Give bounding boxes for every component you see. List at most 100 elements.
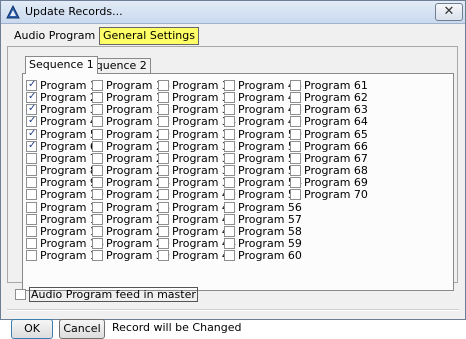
checkbox-box[interactable] <box>224 213 235 225</box>
checkbox-box[interactable] <box>290 165 301 177</box>
ok-button[interactable]: OK <box>11 319 53 339</box>
program-label: Program 58 <box>238 224 302 238</box>
checkbox-box[interactable] <box>224 225 235 237</box>
checkbox-box[interactable] <box>224 116 235 128</box>
checkbox-box[interactable] <box>158 80 169 91</box>
checkbox-box[interactable] <box>290 128 301 140</box>
checkmark-icon: ✓ <box>28 127 37 139</box>
checkbox-box[interactable] <box>290 140 301 152</box>
general-settings-panel: Sequence 1 Sequence 2 ✓ Program 1 ✓ Program… <box>7 46 458 291</box>
checkbox-box[interactable] <box>158 104 169 116</box>
checkbox-box[interactable] <box>92 201 103 213</box>
checkbox-box[interactable] <box>92 165 103 177</box>
update-records-dialog: Update Records... ✕ Audio Program Settin… <box>0 0 466 339</box>
master-feed-label: Audio Program feed in master <box>29 287 198 302</box>
checkbox-box[interactable] <box>15 289 26 300</box>
program-label: Program 2 <box>40 91 97 105</box>
checkbox-box[interactable] <box>92 128 103 140</box>
checkbox-box[interactable] <box>224 165 235 177</box>
checkbox-box[interactable] <box>290 80 301 91</box>
checkbox-box[interactable] <box>92 189 103 201</box>
checkbox-box[interactable] <box>224 237 235 249</box>
checkbox-box[interactable] <box>158 92 169 104</box>
checkbox-box[interactable] <box>26 213 37 225</box>
program-label: Program 9 <box>40 176 97 190</box>
checkbox-box[interactable] <box>92 140 103 152</box>
program-label: Program 7 <box>40 151 97 165</box>
checkbox-box[interactable] <box>224 189 235 201</box>
program-label: Program 66 <box>304 139 368 153</box>
program-label: Program 5 <box>40 127 97 141</box>
program-label: Program 68 <box>304 164 368 178</box>
checkbox-box[interactable] <box>92 104 103 116</box>
checkbox-box[interactable] <box>158 116 169 128</box>
checkbox-box[interactable] <box>224 152 235 164</box>
checkbox-box[interactable] <box>158 237 169 249</box>
checkbox-box[interactable] <box>92 152 103 164</box>
checkbox-box[interactable] <box>290 152 301 164</box>
checkbox-box[interactable] <box>158 128 169 140</box>
checkbox-box[interactable] <box>92 237 103 249</box>
program-label: Program 61 <box>304 79 368 92</box>
program-label: Program 59 <box>238 236 302 250</box>
cancel-button[interactable]: Cancel <box>59 319 105 339</box>
divider <box>7 309 459 311</box>
checkbox-box[interactable] <box>26 189 37 201</box>
window-title: Update Records... <box>25 5 123 18</box>
checkbox-box[interactable] <box>224 80 235 91</box>
checkbox-box[interactable]: ✓ <box>26 140 37 152</box>
checkbox-box[interactable] <box>92 80 103 91</box>
checkbox-box[interactable] <box>158 201 169 213</box>
checkbox-box[interactable] <box>290 104 301 116</box>
checkbox-box[interactable] <box>224 140 235 152</box>
checkbox-box[interactable] <box>290 92 301 104</box>
program-label: Program 6 <box>40 139 97 153</box>
program-label: Program 67 <box>304 151 368 165</box>
checkbox-box[interactable] <box>158 189 169 201</box>
checkbox-box[interactable] <box>26 165 37 177</box>
program-label: Program 57 <box>238 212 302 226</box>
dialog-body: Audio Program Settings General Settings … <box>1 24 465 339</box>
checkbox-box[interactable] <box>224 201 235 213</box>
close-button[interactable]: ✕ <box>435 3 463 21</box>
checkbox-box[interactable] <box>26 225 37 237</box>
program-label: Program 70 <box>304 188 368 202</box>
checkbox-box[interactable] <box>290 177 301 189</box>
checkmark-icon: ✓ <box>28 91 37 103</box>
tab-sequence-1[interactable]: Sequence 1 <box>25 56 98 74</box>
checkbox-box[interactable] <box>224 250 235 262</box>
checkbox-box[interactable] <box>224 128 235 140</box>
checkbox-box[interactable] <box>92 92 103 104</box>
program-label: Program 3 <box>40 103 97 117</box>
close-icon: ✕ <box>443 4 455 19</box>
checkbox-box[interactable] <box>92 177 103 189</box>
checkbox-box[interactable] <box>158 140 169 152</box>
checkbox-box[interactable] <box>158 225 169 237</box>
checkbox-box[interactable] <box>290 116 301 128</box>
checkbox-box[interactable] <box>26 250 37 262</box>
checkmark-icon: ✓ <box>28 79 37 90</box>
checkbox-box[interactable] <box>92 225 103 237</box>
checkbox-box[interactable] <box>26 237 37 249</box>
checkbox-box[interactable] <box>158 165 169 177</box>
program-label: Program 8 <box>40 164 97 178</box>
checkbox-box[interactable] <box>224 104 235 116</box>
checkbox-box[interactable] <box>224 177 235 189</box>
checkbox-box[interactable] <box>224 92 235 104</box>
checkbox-box[interactable] <box>158 250 169 262</box>
status-text: Record will be Changed <box>112 321 242 334</box>
checkbox-box[interactable] <box>26 201 37 213</box>
checkbox-box[interactable] <box>92 213 103 225</box>
checkbox-box[interactable] <box>290 189 301 201</box>
checkbox-box[interactable] <box>26 152 37 164</box>
checkbox-box[interactable] <box>26 177 37 189</box>
program-label: Program 62 <box>304 91 368 105</box>
checkbox-box[interactable] <box>158 177 169 189</box>
checkbox-box[interactable] <box>92 116 103 128</box>
checkbox-box[interactable] <box>158 152 169 164</box>
checkbox-box[interactable] <box>92 250 103 262</box>
program-label: Program 1 <box>40 79 97 92</box>
tab-general-settings[interactable]: General Settings <box>99 27 199 45</box>
checkbox-box[interactable] <box>158 213 169 225</box>
program-label: Program 56 <box>238 200 302 214</box>
